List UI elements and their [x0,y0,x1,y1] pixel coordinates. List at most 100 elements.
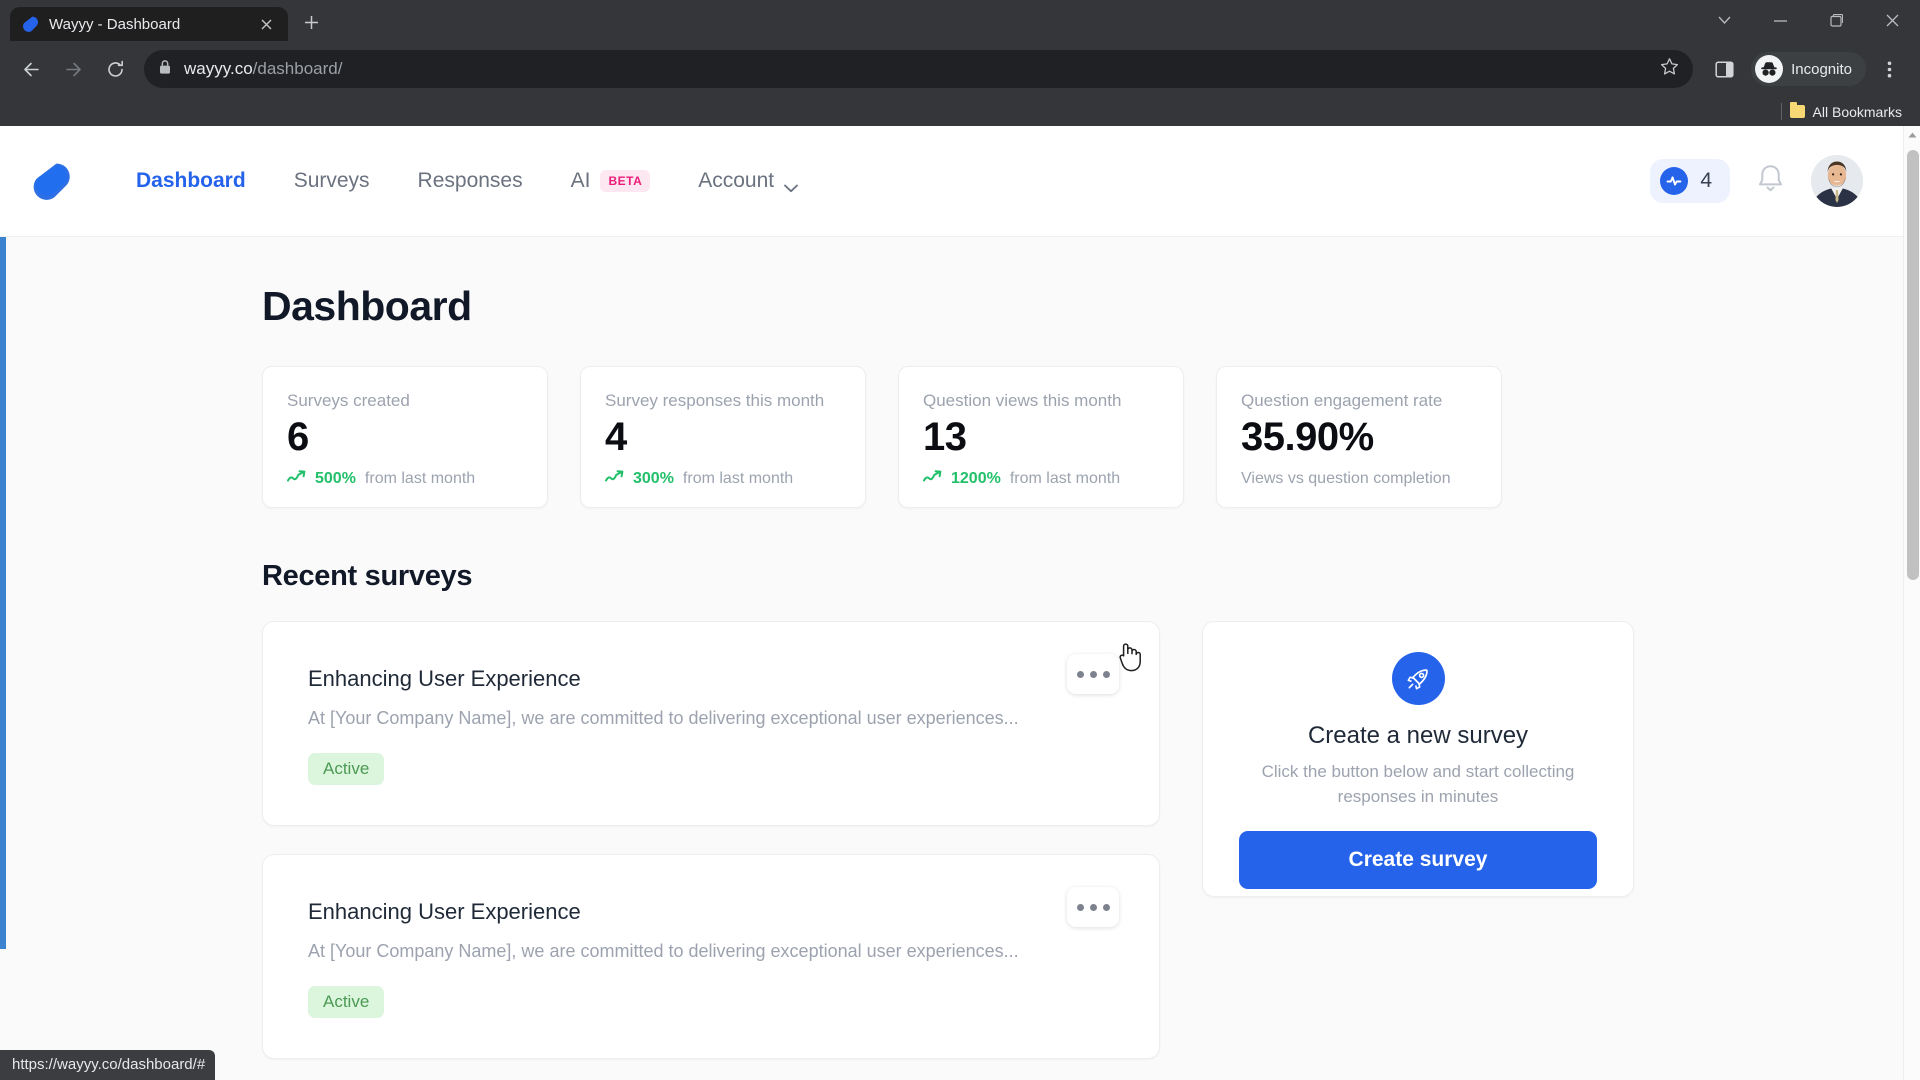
divider [1780,103,1782,120]
stat-cards: Surveys created 6 500% from last month S… [262,366,1903,508]
survey-title: Enhancing User Experience [308,899,581,924]
activity-pulse-icon [1660,167,1689,195]
bell-icon[interactable] [1756,163,1785,199]
nav-item-label: Surveys [293,169,370,192]
nav-item-label: Account [698,169,775,192]
recent-surveys-heading: Recent surveys [262,560,473,592]
left-accent-bar [0,237,6,949]
nav-item-dashboard[interactable]: Dashboard [112,169,270,193]
stat-delta-suffix: Views vs question completion [1241,470,1451,487]
star-icon[interactable] [1660,57,1679,81]
incognito-label: Incognito [1791,60,1852,78]
survey-description: At [Your Company Name], we are committed… [308,708,1019,728]
address-bar-url: wayyy.co/dashboard/ [184,59,342,79]
nav-item-responses[interactable]: Responses [394,169,547,193]
reload-icon[interactable] [96,50,134,88]
page-viewport: Dashboard Surveys Responses AI BETA Acco… [0,126,1920,1080]
incognito-icon [1755,55,1784,83]
credits-count: 4 [1700,169,1712,192]
nav-item-account[interactable]: Account [674,169,820,193]
create-panel-subtitle: Click the button below and start collect… [1261,762,1575,806]
stat-delta-suffix: from last month [682,470,794,487]
status-badge: Active [308,753,385,785]
stat-delta: Views vs question completion [1241,470,1477,488]
survey-card[interactable]: Enhancing User Experience At [Your Compa… [262,854,1160,1059]
minimize-icon[interactable] [1752,0,1808,41]
nav-item-label: Responses [417,169,523,192]
restore-icon[interactable] [1808,0,1864,41]
stat-value: 35.90% [1241,415,1374,459]
nav-item-label: Dashboard [136,169,246,192]
page-scrollbar[interactable] [1903,126,1920,1080]
scrollbar-thumb[interactable] [1907,150,1919,580]
url-path: /dashboard/ [252,59,343,78]
arrow-left-icon[interactable] [12,50,50,88]
kebab-menu-icon[interactable] [1870,50,1908,88]
folder-icon [1789,102,1805,118]
ellipsis-icon[interactable] [1067,887,1119,927]
create-panel-title: Create a new survey [1307,722,1529,749]
lock-icon [158,59,172,80]
stat-delta-pct: 300% [633,470,674,487]
web-page: Dashboard Surveys Responses AI BETA Acco… [0,126,1903,1080]
user-avatar[interactable] [1811,155,1863,207]
nav-item-surveys[interactable]: Surveys [270,169,394,193]
chevron-down-icon[interactable] [1696,0,1752,41]
status-bubble: https://wayyy.co/dashboard/# [0,1050,216,1080]
stat-delta-pct: 1200% [951,470,1001,487]
stat-delta: 300% from last month [605,470,841,488]
survey-title: Enhancing User Experience [308,666,581,691]
create-survey-panel: Create a new survey Click the button bel… [1202,621,1634,897]
lower-section: Enhancing User Experience At [Your Compa… [262,621,1903,1080]
stat-value: 13 [923,415,967,459]
arrow-right-icon[interactable] [54,50,92,88]
browser-toolbar: wayyy.co/dashboard/ Incognito [0,41,1920,97]
all-bookmarks-button[interactable]: All Bookmarks [1789,102,1902,120]
stat-label: Question views this month [923,391,1122,410]
scroll-up-icon[interactable] [1904,126,1920,143]
bookmarks-bar: All Bookmarks [0,97,1920,126]
nav-item-label: AI [570,169,591,192]
stat-label: Survey responses this month [605,391,825,410]
browser-window: Wayyy - Dashboard wayyy.co/dashboard/ In… [0,0,1920,1080]
app-nav-right: 4 [1650,155,1863,207]
nav-item-ai[interactable]: AI BETA [547,169,675,193]
beta-badge: BETA [600,170,651,192]
trend-up-icon [287,470,306,488]
tab-strip: Wayyy - Dashboard [0,0,1920,41]
survey-card[interactable]: Enhancing User Experience At [Your Compa… [262,621,1160,826]
trend-up-icon [923,470,942,488]
stat-delta-pct: 500% [315,470,356,487]
all-bookmarks-label: All Bookmarks [1812,103,1902,120]
stat-card: Question views this month 13 1200% from … [898,366,1184,508]
close-icon[interactable] [255,13,277,35]
page-title: Dashboard [262,283,472,329]
stat-label: Surveys created [287,391,410,410]
browser-tab[interactable]: Wayyy - Dashboard [10,7,288,41]
stat-delta: 500% from last month [287,470,523,488]
incognito-indicator[interactable]: Incognito [1751,52,1866,86]
stat-card: Survey responses this month 4 300% from … [580,366,866,508]
app-nav-links: Dashboard Surveys Responses AI BETA Acco… [112,169,820,193]
app-navbar: Dashboard Surveys Responses AI BETA Acco… [0,126,1903,237]
trend-up-icon [605,470,624,488]
side-panel-icon[interactable] [1705,50,1743,88]
stat-value: 4 [605,415,627,459]
window-controls [1696,0,1920,41]
credits-badge[interactable]: 4 [1650,159,1730,203]
create-survey-button[interactable]: Create survey [1239,831,1597,890]
status-badge: Active [308,986,385,1018]
surveys-list: Enhancing User Experience At [Your Compa… [262,621,1160,1080]
url-domain: wayyy.co [184,59,253,78]
new-tab-button[interactable] [294,5,328,39]
stat-card: Surveys created 6 500% from last month [262,366,548,508]
wayyy-logo-icon[interactable] [30,160,72,202]
stat-delta-suffix: from last month [1009,470,1121,487]
rocket-icon [1391,652,1445,705]
survey-description: At [Your Company Name], we are committed… [308,941,1019,961]
close-icon[interactable] [1864,0,1920,41]
address-bar[interactable]: wayyy.co/dashboard/ [144,50,1694,88]
wayyy-logo-icon [21,15,39,33]
tab-title: Wayyy - Dashboard [49,15,181,33]
ellipsis-icon[interactable] [1067,654,1119,694]
